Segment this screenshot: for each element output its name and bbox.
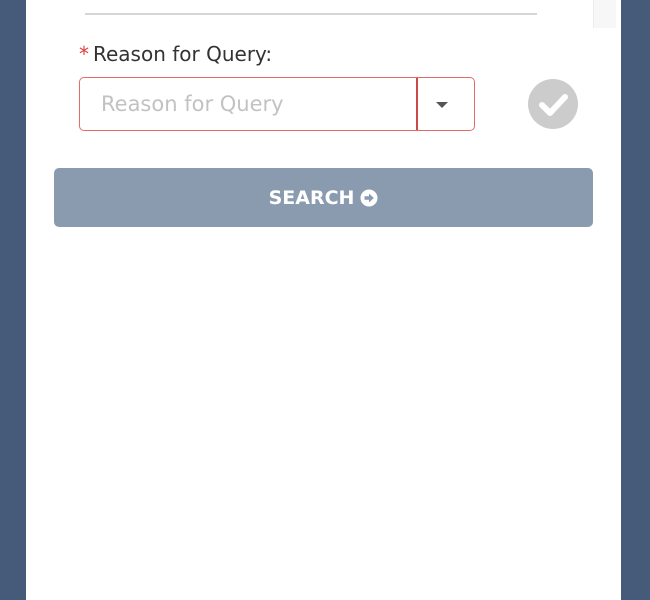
arrow-circle-right-icon [360,189,378,206]
checkmark-glyph [539,94,568,116]
reason-for-query-select[interactable]: Reason for Query [79,77,475,131]
scrollbar-track[interactable] [593,0,616,28]
reason-label-text: Reason for Query: [93,42,273,66]
reason-placeholder: Reason for Query [101,92,284,116]
check-circle-icon [528,79,578,129]
previous-field-underline [85,13,537,15]
required-marker: * [79,42,89,66]
reason-for-query-label: * Reason for Query: [79,40,272,68]
search-button[interactable]: SEARCH [54,168,593,227]
search-button-label: SEARCH [268,186,355,209]
form-panel: * Reason for Query: Reason for Query SEAR… [26,0,621,600]
dropdown-toggle-button[interactable] [416,78,474,130]
caret-down-icon [436,102,448,108]
